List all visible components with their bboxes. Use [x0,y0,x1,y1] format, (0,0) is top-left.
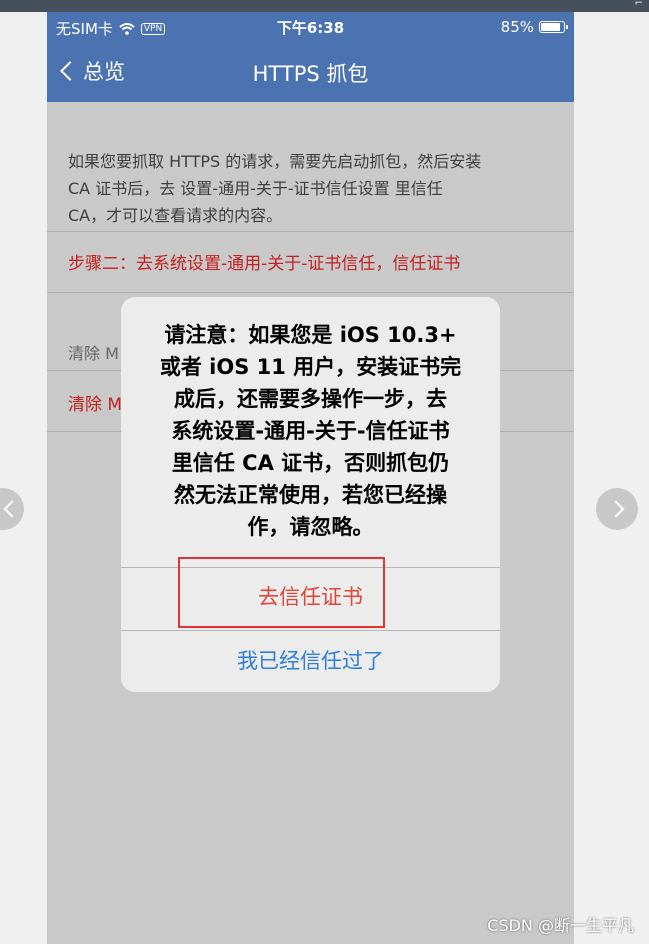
info-line: CA 证书后，去 设置-通用-关于-证书信任设置 里信任 [68,179,443,198]
https-info-text: 如果您要抓取 HTTPS 的请求，需要先启动抓包，然后安装 CA 证书后，去 设… [68,148,558,229]
already-trusted-button[interactable]: 我已经信任过了 [121,645,500,675]
step2-item[interactable]: 步骤二：去系统设置-通用-关于-证书信任，信任证书 [68,249,460,274]
prev-arrow-button[interactable] [0,488,24,530]
divider [47,292,574,293]
alert-line: 成后，还需要多操作一步，去 [174,387,447,411]
chevron-left-icon [3,500,21,518]
page-title: HTTPS 抓包 [252,62,369,86]
info-line: 如果您要抓取 HTTPS 的请求，需要先启动抓包，然后安装 [68,152,482,171]
battery-icon [539,21,568,33]
watermark: CSDN @断一生平凡 [487,916,634,935]
clear-item[interactable]: 清除 M [68,390,122,415]
top-strip: ⌐ [0,0,649,12]
alert-line: 系统设置-通用-关于-信任证书 [171,419,450,443]
alert-line: 作，请忽略。 [247,515,374,539]
alert-dialog: 请注意：如果您是 iOS 10.3+ 或者 iOS 11 用户，安装证书完 成后… [121,297,500,692]
status-bar: 无SIM卡 VPN 下午6:38 85% [47,12,574,42]
status-right: 85% [500,18,568,36]
alert-line: 然无法正常使用，若您已经操 [174,483,447,507]
alert-line: 请注意：如果您是 iOS 10.3+ [164,323,457,347]
battery-percent: 85% [500,18,534,36]
status-time: 下午6:38 [276,19,345,37]
divider [47,231,574,232]
info-line: CA，才可以查看请求的内容。 [68,206,283,225]
alert-divider [121,630,500,631]
corner-icon: ⌐ [634,0,643,9]
chevron-right-icon [607,500,625,518]
alert-message: 请注意：如果您是 iOS 10.3+ 或者 iOS 11 用户，安装证书完 成后… [137,319,484,543]
trust-certificate-button[interactable]: 去信任证书 [121,581,500,611]
alert-line: 或者 iOS 11 用户，安装证书完 [159,355,462,379]
nav-bar: 总览 HTTPS 抓包 [47,42,574,102]
alert-line: 里信任 CA 证书，否则抓包仍 [171,451,450,475]
section-header: 清除 M [68,344,119,363]
alert-divider [121,567,500,568]
next-arrow-button[interactable] [596,488,638,530]
